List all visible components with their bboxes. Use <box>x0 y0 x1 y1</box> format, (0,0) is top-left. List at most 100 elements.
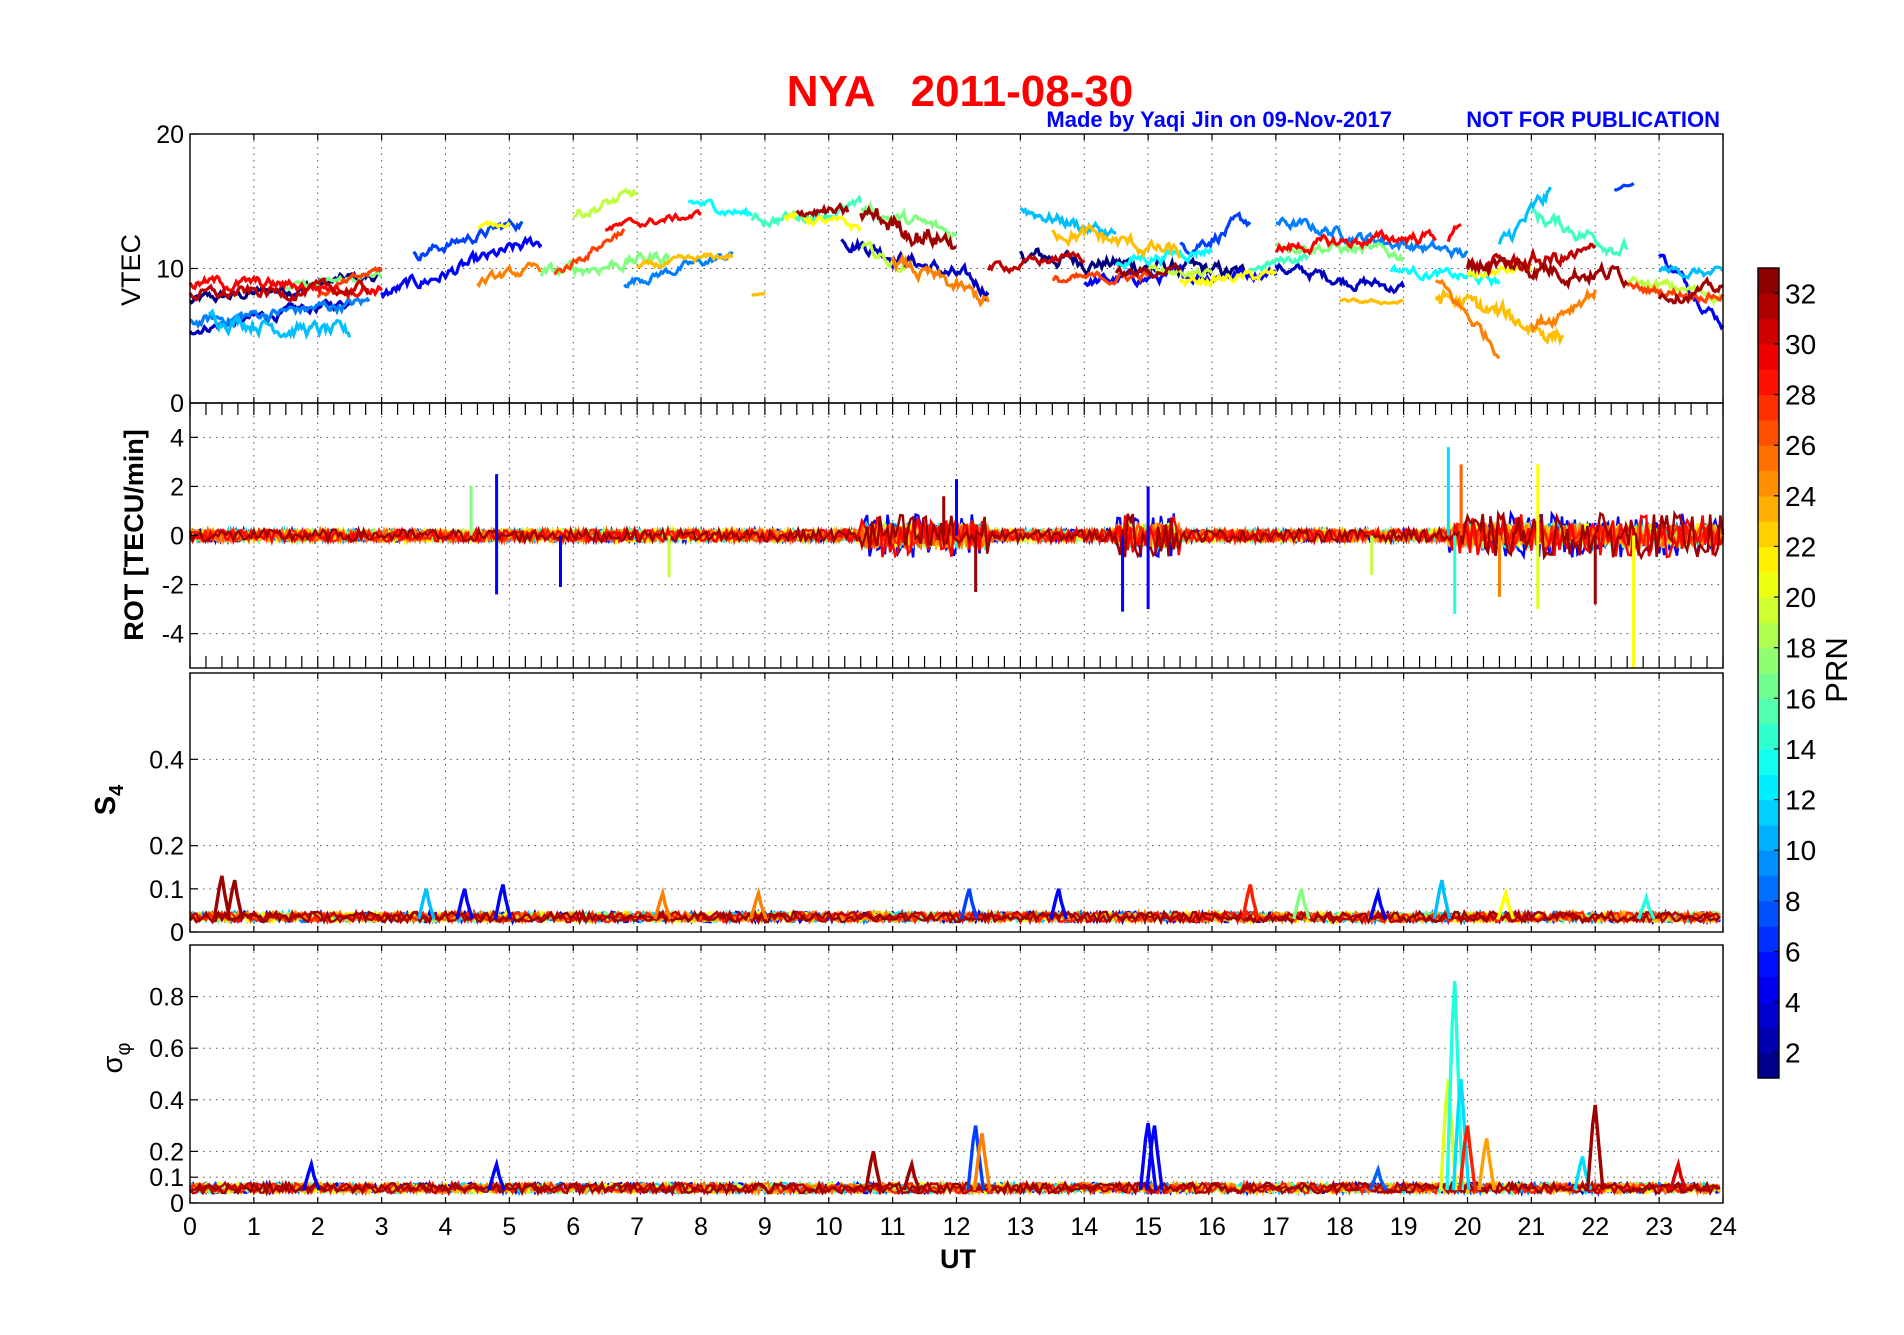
colorbar-tick-label: 28 <box>1785 380 1816 411</box>
x-tick-label: 21 <box>1517 1213 1545 1241</box>
colorbar-block <box>1758 799 1779 826</box>
vtec-series-prn-25 <box>476 261 542 289</box>
colorbar-block <box>1758 850 1779 877</box>
y-tick-label: 2 <box>170 473 184 501</box>
colorbar-block <box>1758 369 1779 396</box>
y-tick-label: 4 <box>170 424 184 452</box>
vtec-series-prn-7 <box>1179 211 1252 258</box>
colorbar-tick-label: 4 <box>1785 987 1801 1018</box>
colorbar-tick-label: 14 <box>1785 734 1816 765</box>
prn-colorbar: 2468101214161820222426283032 <box>1757 267 1816 1079</box>
vtec-series-prn-19 <box>573 187 638 219</box>
x-tick-label: 16 <box>1198 1213 1226 1241</box>
data-layer <box>188 875 1721 926</box>
colorbar-block <box>1758 495 1779 522</box>
x-tick-label: 3 <box>375 1213 389 1241</box>
y-tick-label: 0.6 <box>149 1035 184 1063</box>
colorbar-tick-label: 16 <box>1785 683 1816 714</box>
colorbar-block <box>1758 1027 1779 1054</box>
colorbar-tick-label: 32 <box>1785 278 1816 309</box>
sigma-phi-axis-label: σφ <box>97 1043 135 1074</box>
colorbar-block <box>1758 268 1779 294</box>
colorbar-block <box>1758 723 1779 750</box>
x-tick-label: 7 <box>630 1213 644 1241</box>
vtec-series-prn-11 <box>1658 263 1725 280</box>
vtec-panel: 0 10 20 <box>156 121 1725 418</box>
colorbar-tick-label: 30 <box>1785 329 1816 360</box>
x-tick-label: 5 <box>502 1213 516 1241</box>
colorbar-block <box>1758 1002 1779 1028</box>
vtec-series-prn-3 <box>1274 262 1406 295</box>
s4-panel: 0 0.1 0.2 0.4 <box>149 672 1724 947</box>
x-tick-label: 19 <box>1390 1213 1418 1241</box>
colorbar-block <box>1758 774 1779 801</box>
colorbar-block <box>1758 597 1779 623</box>
y-tick-label: 0.8 <box>149 984 184 1012</box>
colorbar-block <box>1758 1052 1779 1079</box>
colorbar-tick-label: 12 <box>1785 785 1816 816</box>
x-tick-label: 17 <box>1262 1213 1290 1241</box>
vtec-series-prn-5 <box>380 235 543 300</box>
colorbar-tick-label: 24 <box>1785 481 1816 512</box>
vtec-series-prn-23 <box>751 291 767 298</box>
x-axis-label: UT <box>940 1244 976 1274</box>
figure: NYA 2011-08-30 Made by Yaqi Jin on 09-No… <box>90 67 1854 1274</box>
colorbar-tick-label: 8 <box>1785 886 1801 917</box>
y-tick-label: 0 <box>170 390 184 418</box>
y-tick-label: 10 <box>156 256 184 284</box>
vtec-series-prn-11 <box>1019 206 1117 240</box>
vtec-series-prn-21 <box>783 210 862 233</box>
x-tick-label: 4 <box>439 1213 453 1241</box>
colorbar-block <box>1758 673 1779 699</box>
x-tick-label: 22 <box>1581 1213 1609 1241</box>
x-tick-label: 0 <box>183 1213 197 1241</box>
colorbar-block <box>1758 900 1779 927</box>
x-tick-label: 11 <box>880 1213 906 1241</box>
colorbar-block <box>1758 875 1779 902</box>
vtec-series-prn-17 <box>539 250 671 279</box>
x-tick-label: 24 <box>1709 1213 1737 1241</box>
x-tick-label: 2 <box>311 1213 325 1241</box>
vtec-series-prn-15 <box>1530 208 1629 258</box>
x-tick-label: 13 <box>1006 1213 1034 1241</box>
panel-frame <box>189 672 1724 933</box>
credit-text: Made by Yaqi Jin on 09-Nov-2017 <box>1046 107 1392 132</box>
rot-panel: -4 -2 0 2 4 <box>162 402 1725 669</box>
s4-axis-label: S4 <box>90 784 128 815</box>
colorbar-tick-label: 22 <box>1785 531 1816 562</box>
y-tick-label: 0.1 <box>149 876 184 904</box>
y-tick-label: 0.4 <box>149 746 184 774</box>
not-for-publication-text: NOT FOR PUBLICATION <box>1466 107 1720 132</box>
vtec-series-prn-11 <box>1497 186 1552 245</box>
data-layer <box>188 981 1721 1198</box>
rot-axis-label: ROT [TECU/min] <box>119 429 149 640</box>
x-tick-label: 14 <box>1070 1213 1098 1241</box>
colorbar-block <box>1758 647 1779 674</box>
panel-frame <box>189 944 1724 1204</box>
vtec-series-prn-29 <box>605 208 702 232</box>
colorbar-block <box>1758 748 1779 775</box>
x-tick-label: 9 <box>758 1213 772 1241</box>
colorbar-block <box>1758 394 1779 421</box>
colorbar-block <box>1758 622 1779 649</box>
y-tick-label: 0.1 <box>149 1164 184 1192</box>
x-tick-label: 15 <box>1134 1213 1162 1241</box>
colorbar-tick-label: 18 <box>1785 633 1816 664</box>
vtec-series-prn-29 <box>1446 223 1462 243</box>
x-tick-label: 12 <box>943 1213 971 1241</box>
x-tick-label: 1 <box>247 1213 261 1241</box>
colorbar-block <box>1758 698 1779 725</box>
colorbar-block <box>1758 546 1779 573</box>
colorbar-tick-label: 2 <box>1785 1038 1801 1069</box>
y-tick-label: 0.2 <box>149 833 184 861</box>
x-tick-label: 23 <box>1645 1213 1673 1241</box>
colorbar-block <box>1758 470 1779 497</box>
colorbar-block <box>1758 293 1779 320</box>
x-tick-label: 6 <box>566 1213 580 1241</box>
colorbar-tick-label: 26 <box>1785 430 1816 461</box>
y-tick-label: 0.4 <box>149 1087 184 1115</box>
colorbar-tick-label: 10 <box>1785 835 1816 866</box>
x-tick-label: 20 <box>1454 1213 1482 1241</box>
colorbar-block <box>1758 419 1779 446</box>
colorbar-block <box>1758 343 1779 370</box>
